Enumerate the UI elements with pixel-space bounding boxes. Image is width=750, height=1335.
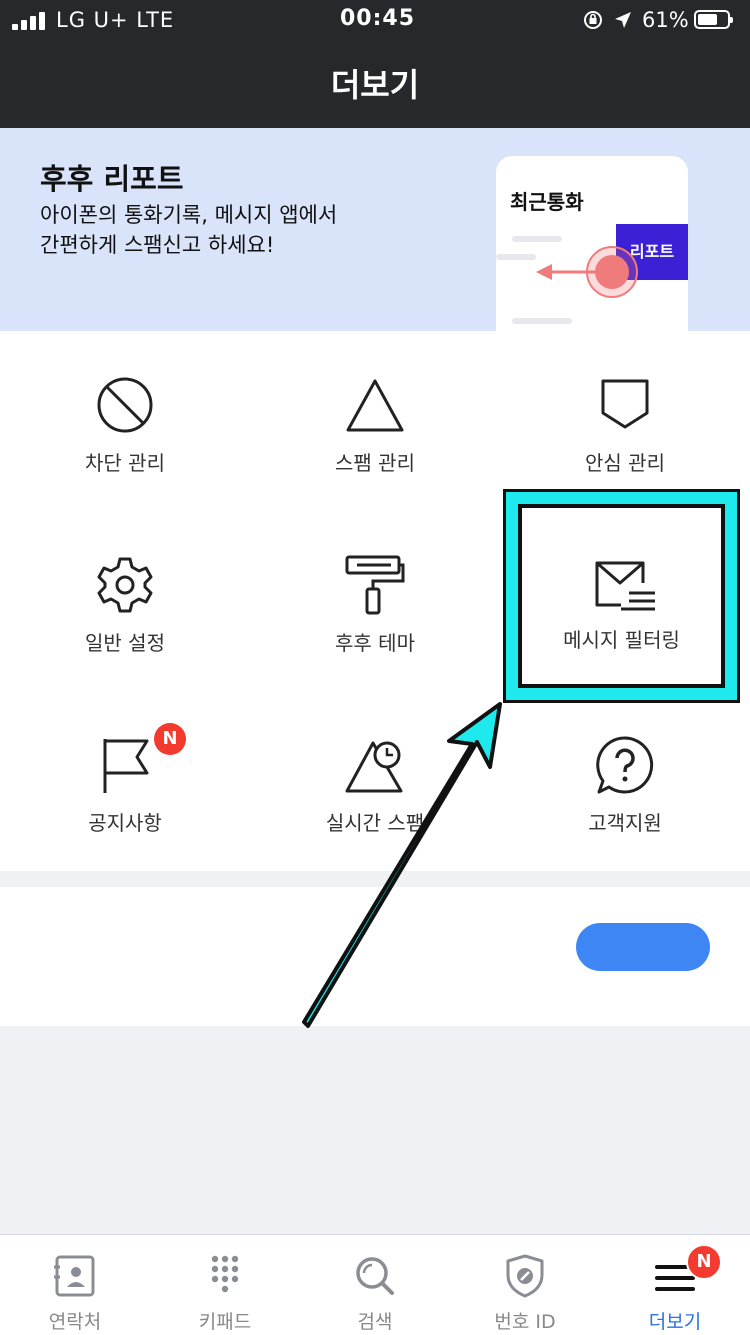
- tab-more[interactable]: N 더보기: [600, 1235, 750, 1335]
- number-id-icon: [506, 1254, 544, 1298]
- tab-search[interactable]: 검색: [300, 1235, 450, 1335]
- tab-number-id[interactable]: 번호 ID: [450, 1235, 600, 1335]
- search-icon: [356, 1257, 394, 1295]
- tab-label: 더보기: [648, 1311, 702, 1333]
- tab-label: 키패드: [198, 1311, 252, 1333]
- bottom-tab-bar: 연락처 키패드 검색 번호 ID N 더보기: [0, 1234, 750, 1335]
- keypad-icon: [211, 1255, 239, 1293]
- tab-label: 검색: [357, 1311, 393, 1333]
- tab-label: 연락처: [48, 1311, 102, 1333]
- annotation-arrow: [302, 702, 502, 1028]
- contacts-icon: [54, 1255, 95, 1297]
- new-badge: N: [686, 1244, 722, 1280]
- tab-keypad[interactable]: 키패드: [150, 1235, 300, 1335]
- tab-label: 번호 ID: [494, 1311, 556, 1333]
- tab-contacts[interactable]: 연락처: [0, 1235, 150, 1335]
